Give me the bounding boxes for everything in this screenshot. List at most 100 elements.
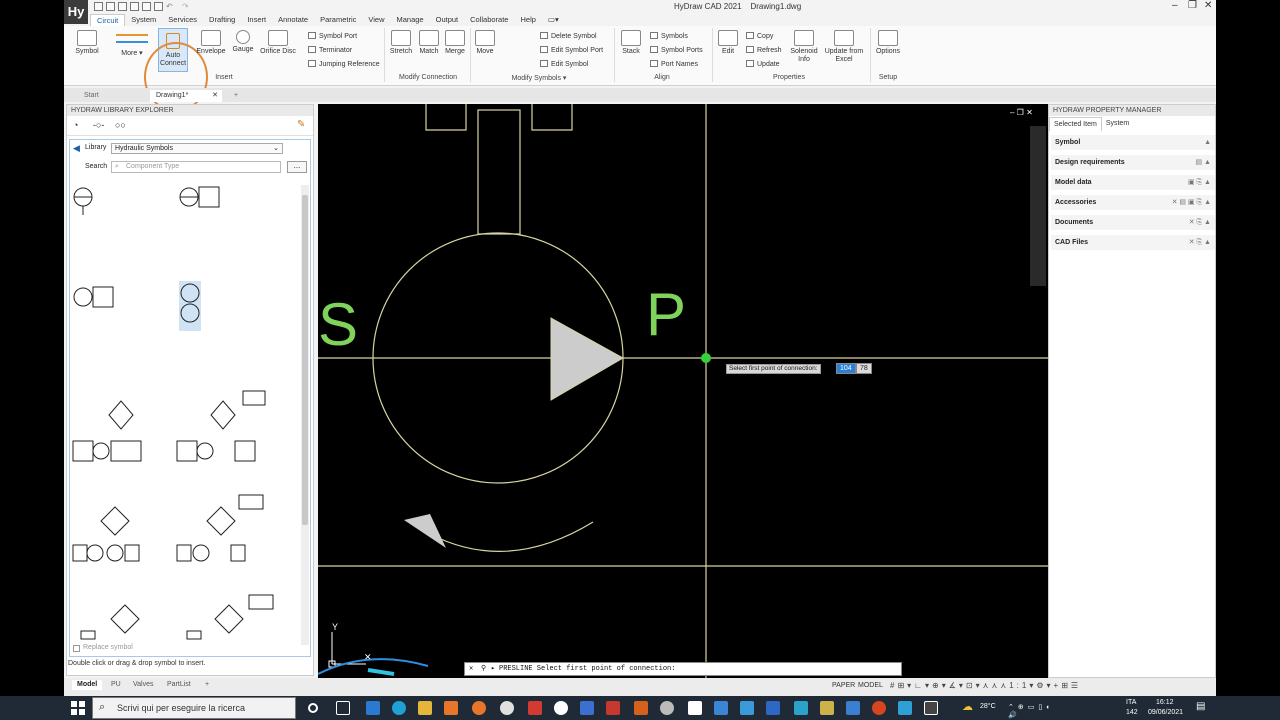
section-documents[interactable]: Documents ✕ ⎘ ▲ xyxy=(1051,215,1215,231)
chrome-icon[interactable] xyxy=(554,701,568,715)
envelope-button[interactable]: Envelope xyxy=(196,30,226,56)
model-toggle[interactable]: MODEL xyxy=(858,682,883,689)
redo-icon[interactable]: ↷ xyxy=(182,2,191,11)
app-icon-9[interactable] xyxy=(580,701,594,715)
tab-output[interactable]: Output xyxy=(430,14,465,26)
symbol-filter-unit-thumb-1[interactable] xyxy=(72,400,142,462)
app-icon-13[interactable] xyxy=(688,701,702,715)
tray-icons[interactable]: ⌃⊕▭▯◐🔊 xyxy=(1008,703,1054,719)
add-layout-icon[interactable]: + xyxy=(200,680,214,690)
tab-manage[interactable]: Manage xyxy=(391,14,430,26)
tab-services[interactable]: Services xyxy=(162,14,203,26)
edit-symbol-port-button[interactable]: Edit Symbol Port xyxy=(540,46,603,55)
tab-start[interactable]: Start xyxy=(78,90,148,102)
library-scroll-thumb[interactable] xyxy=(302,195,308,525)
tab-circuit[interactable]: Circuit xyxy=(90,14,126,26)
app-icon-15[interactable] xyxy=(740,701,754,715)
tab-system[interactable]: System xyxy=(125,14,162,26)
update-from-excel-button[interactable]: Update from Excel xyxy=(822,30,866,64)
app-icon-5[interactable] xyxy=(472,701,486,715)
new-tab-icon[interactable]: + xyxy=(228,90,244,102)
symbol-pump-thumb[interactable] xyxy=(73,187,93,215)
viewport-controls[interactable]: – ❐ ✕ xyxy=(1010,108,1033,117)
align-port-names-button[interactable]: Port Names xyxy=(650,60,698,69)
app-icon-1[interactable] xyxy=(366,701,380,715)
connector-view-icon[interactable]: ○○ xyxy=(115,120,126,130)
orifice-disc-button[interactable]: Orifice Disc xyxy=(258,30,298,56)
weather-temp[interactable]: 28°C xyxy=(980,703,996,710)
back-arrow-icon[interactable]: ◀ xyxy=(73,143,80,154)
terminator-button[interactable]: Terminator xyxy=(308,46,352,55)
coord-x-input[interactable]: 104 xyxy=(836,363,856,374)
edit-symbol-button[interactable]: Edit Symbol xyxy=(540,60,588,69)
section-model-data[interactable]: Model data ▣ ⎘ ▲ xyxy=(1051,175,1215,191)
section-accessories[interactable]: Accessories ✕ ▤ ▣ ⎘ ▲ xyxy=(1051,195,1215,211)
align-symbols-button[interactable]: Symbols xyxy=(650,32,688,41)
stack-button[interactable]: Stack xyxy=(618,30,644,56)
merge-button[interactable]: Merge xyxy=(442,30,468,56)
tab-system-props[interactable]: System xyxy=(1102,117,1133,131)
tab-valves[interactable]: Valves xyxy=(128,680,159,690)
tab-selected-item[interactable]: Selected Item xyxy=(1049,117,1102,131)
component-search-input[interactable]: ⌕ Component Type xyxy=(111,161,281,173)
solenoid-info-button[interactable]: Solenoid Info xyxy=(786,30,822,64)
ribbon-options-icon[interactable]: ▭▾ xyxy=(542,14,565,26)
symbol-filter-unit-thumb-2[interactable] xyxy=(176,390,266,462)
app-icon-19[interactable] xyxy=(846,701,860,715)
symbol-view-icon[interactable]: ◔ xyxy=(73,120,78,130)
collapse-icon[interactable]: ✕ ⎘ ▲ xyxy=(1189,235,1211,251)
edit-button[interactable]: Edit xyxy=(716,30,740,56)
customize-command-icon[interactable]: ⚲ xyxy=(481,663,486,675)
print-icon[interactable] xyxy=(142,2,151,11)
more-button[interactable]: More ▾ xyxy=(112,30,152,58)
language-indicator[interactable]: ITA xyxy=(1126,699,1136,706)
replace-symbol-checkbox[interactable] xyxy=(73,645,80,652)
app-logo[interactable]: Hy xyxy=(64,0,88,24)
coord-y-input[interactable]: 78 xyxy=(856,363,872,374)
move-button[interactable]: Move xyxy=(472,30,498,56)
close-window-icon[interactable]: ✕ xyxy=(1204,0,1212,11)
save-icon[interactable] xyxy=(118,2,127,11)
app-icon-4[interactable] xyxy=(444,701,458,715)
symbol-filter-thumb-5[interactable] xyxy=(80,604,140,640)
app-icon-6[interactable] xyxy=(500,701,514,715)
tab-parametric[interactable]: Parametric xyxy=(314,14,362,26)
copy-button[interactable]: Copy xyxy=(746,32,773,41)
tab-view[interactable]: View xyxy=(362,14,390,26)
skype-icon[interactable] xyxy=(794,701,808,715)
notifications-icon[interactable]: ▤ xyxy=(1196,701,1205,712)
app-icon-21[interactable] xyxy=(898,701,912,715)
symbol-button[interactable]: Symbol xyxy=(72,30,102,56)
app-icon-12[interactable] xyxy=(660,701,674,715)
collapse-icon[interactable]: ▣ ⎘ ▲ xyxy=(1188,175,1211,191)
undo-icon[interactable]: ↶ xyxy=(166,2,175,11)
symbol-filter-unit-thumb-3[interactable] xyxy=(72,506,140,562)
drawing-canvas[interactable]: S P Y ✕ Select first point of connection… xyxy=(318,104,1048,678)
jumping-reference-button[interactable]: Jumping Reference xyxy=(308,60,380,69)
app-icon-14[interactable] xyxy=(714,701,728,715)
symbol-pump-motor-thumb[interactable] xyxy=(179,186,220,208)
update-button[interactable]: Update xyxy=(746,60,780,69)
options-button[interactable]: Options xyxy=(872,30,904,56)
close-tab-icon[interactable]: ✕ xyxy=(212,90,218,102)
collapse-icon[interactable]: ✕ ▤ ▣ ⎘ ▲ xyxy=(1172,195,1211,211)
align-symbol-ports-button[interactable]: Symbol Ports xyxy=(650,46,703,55)
match-button[interactable]: Match xyxy=(416,30,442,56)
acrobat-icon[interactable] xyxy=(606,701,620,715)
app-icon-7[interactable] xyxy=(528,701,542,715)
tab-collaborate[interactable]: Collaborate xyxy=(464,14,514,26)
close-command-icon[interactable]: ✕ xyxy=(469,663,473,675)
collapse-icon[interactable]: ▤ ▲ xyxy=(1196,155,1212,171)
stretch-button[interactable]: Stretch xyxy=(388,30,414,56)
section-symbol[interactable]: Symbol ▲ xyxy=(1051,135,1215,151)
edge-icon[interactable] xyxy=(392,701,406,715)
tab-annotate[interactable]: Annotate xyxy=(272,14,314,26)
restore-icon[interactable]: ❐ xyxy=(1188,0,1197,11)
app-icon-18[interactable] xyxy=(820,701,834,715)
delete-symbol-button[interactable]: Delete Symbol xyxy=(540,32,597,41)
minimize-icon[interactable]: – xyxy=(1172,0,1178,11)
status-tools[interactable]: #⊞▾∟▾⊕▾∡▾⊡▾⋏⋏⋏1:1▾⚙▾+⊞☰ xyxy=(890,681,1081,690)
symbol-filter-thumb-6[interactable] xyxy=(186,594,274,640)
tab-model[interactable]: Model xyxy=(72,680,103,690)
cortana-icon[interactable] xyxy=(308,703,318,713)
